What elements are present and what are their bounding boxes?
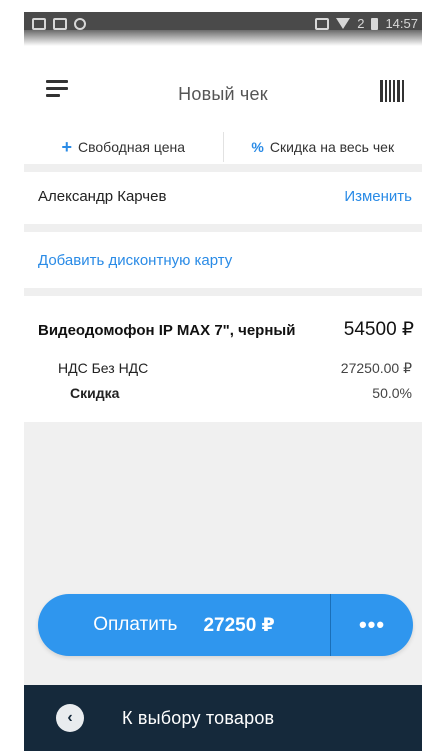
item-name: Видеодомофон IP MAX 7", черный	[38, 322, 296, 339]
pay-label: Оплатить	[93, 614, 178, 635]
item-vat-row: НДС Без НДС 27250.00 ₽	[58, 360, 412, 377]
gallery-icon	[32, 18, 46, 30]
app-header: Новый чек	[24, 66, 422, 122]
back-icon[interactable]: ‹	[56, 704, 84, 732]
free-price-label: Свободная цена	[78, 139, 185, 155]
discount-value: 50.0%	[372, 385, 412, 401]
vat-value: 27250.00 ₽	[340, 360, 412, 376]
discount-label: Скидка	[70, 385, 120, 401]
receipt-item[interactable]: Видеодомофон IP MAX 7", черный 54500 ₽	[38, 318, 414, 341]
customer-row: Александр Карчев Изменить	[38, 184, 412, 208]
discount-card-row: Добавить дисконтную карту	[38, 248, 412, 272]
storage-icon	[53, 18, 67, 30]
plus-icon: +	[61, 136, 72, 157]
wifi-icon	[336, 18, 351, 29]
status-icons-right: 2 14:57	[315, 16, 418, 31]
vat-label: НДС Без НДС	[58, 360, 149, 376]
pay-button[interactable]: Оплатить 27250 ₽	[38, 594, 330, 656]
discount-all-label: Скидка на весь чек	[269, 139, 395, 155]
percent-icon: %	[251, 139, 264, 155]
section-separator	[24, 224, 422, 232]
status-icons-left	[32, 18, 86, 30]
change-customer-link[interactable]: Изменить	[344, 188, 412, 205]
item-discount-row: Скидка 50.0%	[58, 385, 412, 401]
add-discount-card-link[interactable]: Добавить дисконтную карту	[38, 252, 232, 269]
section-separator	[24, 164, 422, 172]
item-price: 54500 ₽	[343, 319, 414, 340]
sync-icon	[74, 18, 86, 30]
more-options-button[interactable]: •••	[331, 594, 413, 656]
customer-name: Александр Карчев	[38, 187, 167, 205]
page-title: Новый чек	[178, 84, 268, 104]
vibrate-icon	[315, 17, 330, 30]
pay-button-group: Оплатить 27250 ₽ •••	[38, 594, 413, 656]
section-separator	[24, 288, 422, 296]
battery-icon	[371, 17, 379, 30]
status-bar-fade	[24, 30, 422, 46]
barcode-scan-icon[interactable]	[380, 80, 404, 102]
bottom-navigation[interactable]: ‹ К выбору товаров	[24, 685, 422, 751]
more-dots-icon: •••	[358, 612, 386, 637]
signal-label: 2	[357, 16, 365, 31]
status-time: 14:57	[385, 16, 418, 31]
pay-amount: 27250 ₽	[203, 614, 275, 636]
phone-screen: 2 14:57 Новый чек + Свободная цена % Ски…	[24, 12, 422, 751]
back-to-products-label: К выбору товаров	[122, 707, 275, 728]
